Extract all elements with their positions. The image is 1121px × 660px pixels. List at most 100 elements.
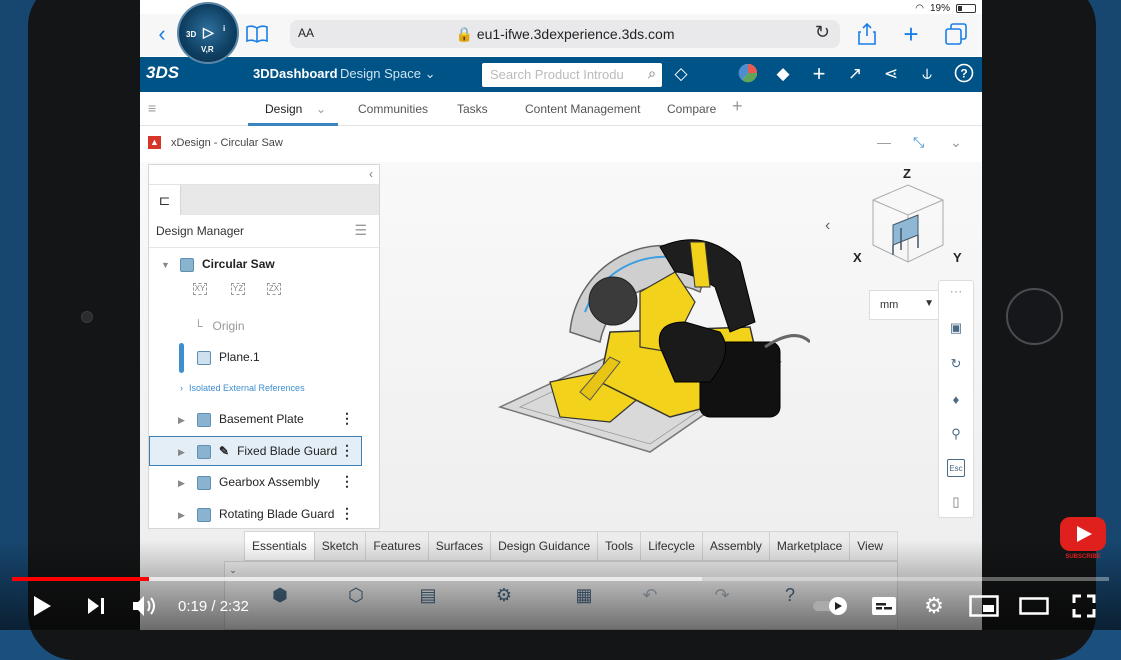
brand-label: 3DDashboard — [253, 66, 338, 81]
expand-icon[interactable]: ▼ — [161, 260, 170, 270]
unit-selector[interactable]: mm ▼ — [869, 290, 941, 320]
theater-mode-icon[interactable] — [1018, 592, 1050, 620]
tab-communities[interactable]: Communities — [358, 102, 428, 116]
app-title-bar: ▲ xDesign - Circular Saw — ⤡ ⌄ — [140, 126, 982, 162]
tree-item-basement-plate[interactable]: Basement Plate — [197, 412, 304, 427]
dropdown-arrow-icon: ▼ — [924, 298, 934, 309]
item-menu-icon[interactable]: ⋮ — [340, 505, 354, 522]
part-icon — [197, 475, 211, 490]
panel-header: ‹ — [149, 165, 379, 185]
trash-icon[interactable]: ▯ — [947, 493, 965, 511]
tabs-overview-icon[interactable] — [944, 20, 968, 48]
apps-icon[interactable]: ⫝ — [916, 63, 938, 85]
window-menu-icon[interactable]: ⌄ — [950, 134, 962, 151]
tree-tab-icon[interactable]: ⊏ — [149, 185, 181, 215]
divider — [149, 247, 379, 248]
zoom-icon[interactable]: ⚲ — [947, 425, 965, 443]
autoplay-toggle[interactable] — [810, 592, 850, 620]
toolbar-grip-icon[interactable]: ⋯ — [947, 283, 965, 301]
miniplayer-icon[interactable] — [968, 592, 1000, 620]
home-button[interactable] — [1006, 288, 1063, 345]
profile-avatar[interactable] — [737, 63, 759, 85]
safari-toolbar: ‹ › AA 🔒 eu1-ifwe.3dexperience.3ds.com ↻… — [140, 14, 982, 56]
subtitles-icon[interactable] — [870, 592, 898, 620]
section-icon[interactable]: ▣ — [947, 319, 965, 337]
dashboard-tabs: ≡ Design ⌄ Communities Tasks Content Man… — [140, 92, 982, 126]
part-icon — [180, 257, 194, 272]
settings-gear-icon[interactable]: ⚙ — [920, 592, 948, 620]
view-cube-shape — [872, 184, 944, 263]
search-input[interactable]: Search Product Introdu ⌕ — [482, 63, 662, 87]
tree-item-plane[interactable]: Plane.1 — [197, 350, 260, 365]
expand-icon[interactable]: ▶ — [178, 447, 185, 458]
collapse-right-icon[interactable]: ‹ — [825, 217, 830, 235]
share-icon[interactable] — [856, 20, 878, 48]
help-icon[interactable]: ? — [953, 63, 975, 85]
tab-compare[interactable]: Compare — [667, 102, 716, 116]
play-button[interactable] — [30, 592, 54, 620]
share-arrow-icon[interactable]: ↗ — [844, 63, 866, 85]
tree-item-fixed-blade-guard[interactable]: ✎ Fixed Blade Guard — [197, 444, 337, 459]
sidebar-toggle-icon[interactable]: ≡ — [148, 100, 156, 116]
axis-x-label: X — [853, 250, 862, 265]
tab-tasks[interactable]: Tasks — [457, 102, 488, 116]
player-gradient — [0, 540, 1121, 630]
bookmarks-icon[interactable] — [242, 20, 272, 48]
item-menu-icon[interactable]: ⋮ — [340, 410, 354, 427]
reload-icon[interactable]: ↻ — [815, 22, 830, 43]
axis-y-label: Y — [953, 250, 962, 265]
camera-icon — [81, 311, 93, 323]
tab-design-menu-icon[interactable]: ⌄ — [316, 102, 326, 116]
back-icon[interactable]: ‹ — [152, 20, 172, 48]
esc-icon[interactable]: Esc — [947, 459, 965, 477]
tree-item-isolated-refs[interactable]: › Isolated External References — [180, 383, 305, 393]
plane-indicator — [179, 343, 184, 373]
next-button[interactable] — [84, 592, 108, 620]
panel-tabs: ⊏ — [149, 185, 379, 215]
volume-icon[interactable] — [130, 592, 160, 620]
item-menu-icon[interactable]: ⋮ — [340, 473, 354, 490]
fullscreen-icon[interactable] — [1070, 592, 1098, 620]
item-menu-icon[interactable]: ⋮ — [340, 442, 354, 459]
expand-icon[interactable]: ▶ — [178, 415, 185, 426]
restore-icon[interactable]: ⤡ — [913, 134, 924, 151]
tree-item-rotating-blade-guard[interactable]: Rotating Blade Guard — [197, 507, 334, 522]
rotate-icon[interactable]: ↻ — [947, 355, 965, 373]
tree-item-origin[interactable]: └ Origin — [194, 319, 245, 333]
tree-root[interactable]: Circular Saw — [180, 257, 275, 272]
plane-yz-icon[interactable]: YZ — [231, 283, 245, 295]
minimize-icon[interactable]: — — [877, 134, 891, 150]
tab-design[interactable]: Design — [265, 102, 302, 116]
view-cube[interactable]: Z X Y — [845, 164, 965, 274]
circular-saw-model[interactable] — [490, 232, 810, 462]
plane-zx-icon[interactable]: ZX — [267, 283, 281, 295]
collaborate-icon[interactable]: ◆ — [772, 63, 794, 85]
app-title: xDesign - Circular Saw — [171, 137, 283, 149]
plane-icon — [197, 350, 211, 365]
part-icon — [197, 507, 211, 522]
compass-widget[interactable]: 3D V,R i ▷ — [177, 2, 239, 64]
paint-icon[interactable]: ♦ — [947, 391, 965, 409]
panel-menu-icon[interactable]: ☰ — [354, 222, 367, 239]
3ds-logo[interactable]: 3DS — [146, 63, 179, 83]
progress-played — [12, 577, 150, 581]
origin-icon: └ — [194, 319, 203, 333]
time-display: 0:19 / 2:32 — [178, 598, 249, 615]
subscribe-watermark[interactable]: SUBSCRIBE — [1060, 517, 1106, 563]
expand-icon[interactable]: ▶ — [178, 478, 185, 489]
design-manager-title: Design Manager — [156, 224, 245, 238]
expand-icon[interactable]: ▶ — [178, 510, 185, 521]
add-tab-icon[interactable]: + — [732, 96, 743, 117]
collapse-panel-icon[interactable]: ‹ — [369, 167, 373, 181]
tree-item-gearbox-assembly[interactable]: Gearbox Assembly — [197, 475, 320, 490]
tab-content-management[interactable]: Content Management — [525, 102, 640, 116]
play-icon — [1077, 526, 1092, 542]
tag-icon[interactable]: ◇ — [670, 63, 692, 85]
ipad-screen: ◠ 19% ‹ › AA 🔒 eu1-ifwe.3dexperience.3ds… — [140, 0, 982, 630]
plane-xy-icon[interactable]: XY — [193, 283, 207, 295]
address-bar[interactable]: AA 🔒 eu1-ifwe.3dexperience.3ds.com ↻ — [290, 20, 840, 48]
network-icon[interactable]: ⋖ — [880, 63, 902, 85]
new-tab-icon[interactable]: + — [900, 19, 922, 49]
space-selector[interactable]: Design Space ⌄ — [340, 66, 435, 82]
add-icon[interactable]: + — [808, 63, 830, 85]
